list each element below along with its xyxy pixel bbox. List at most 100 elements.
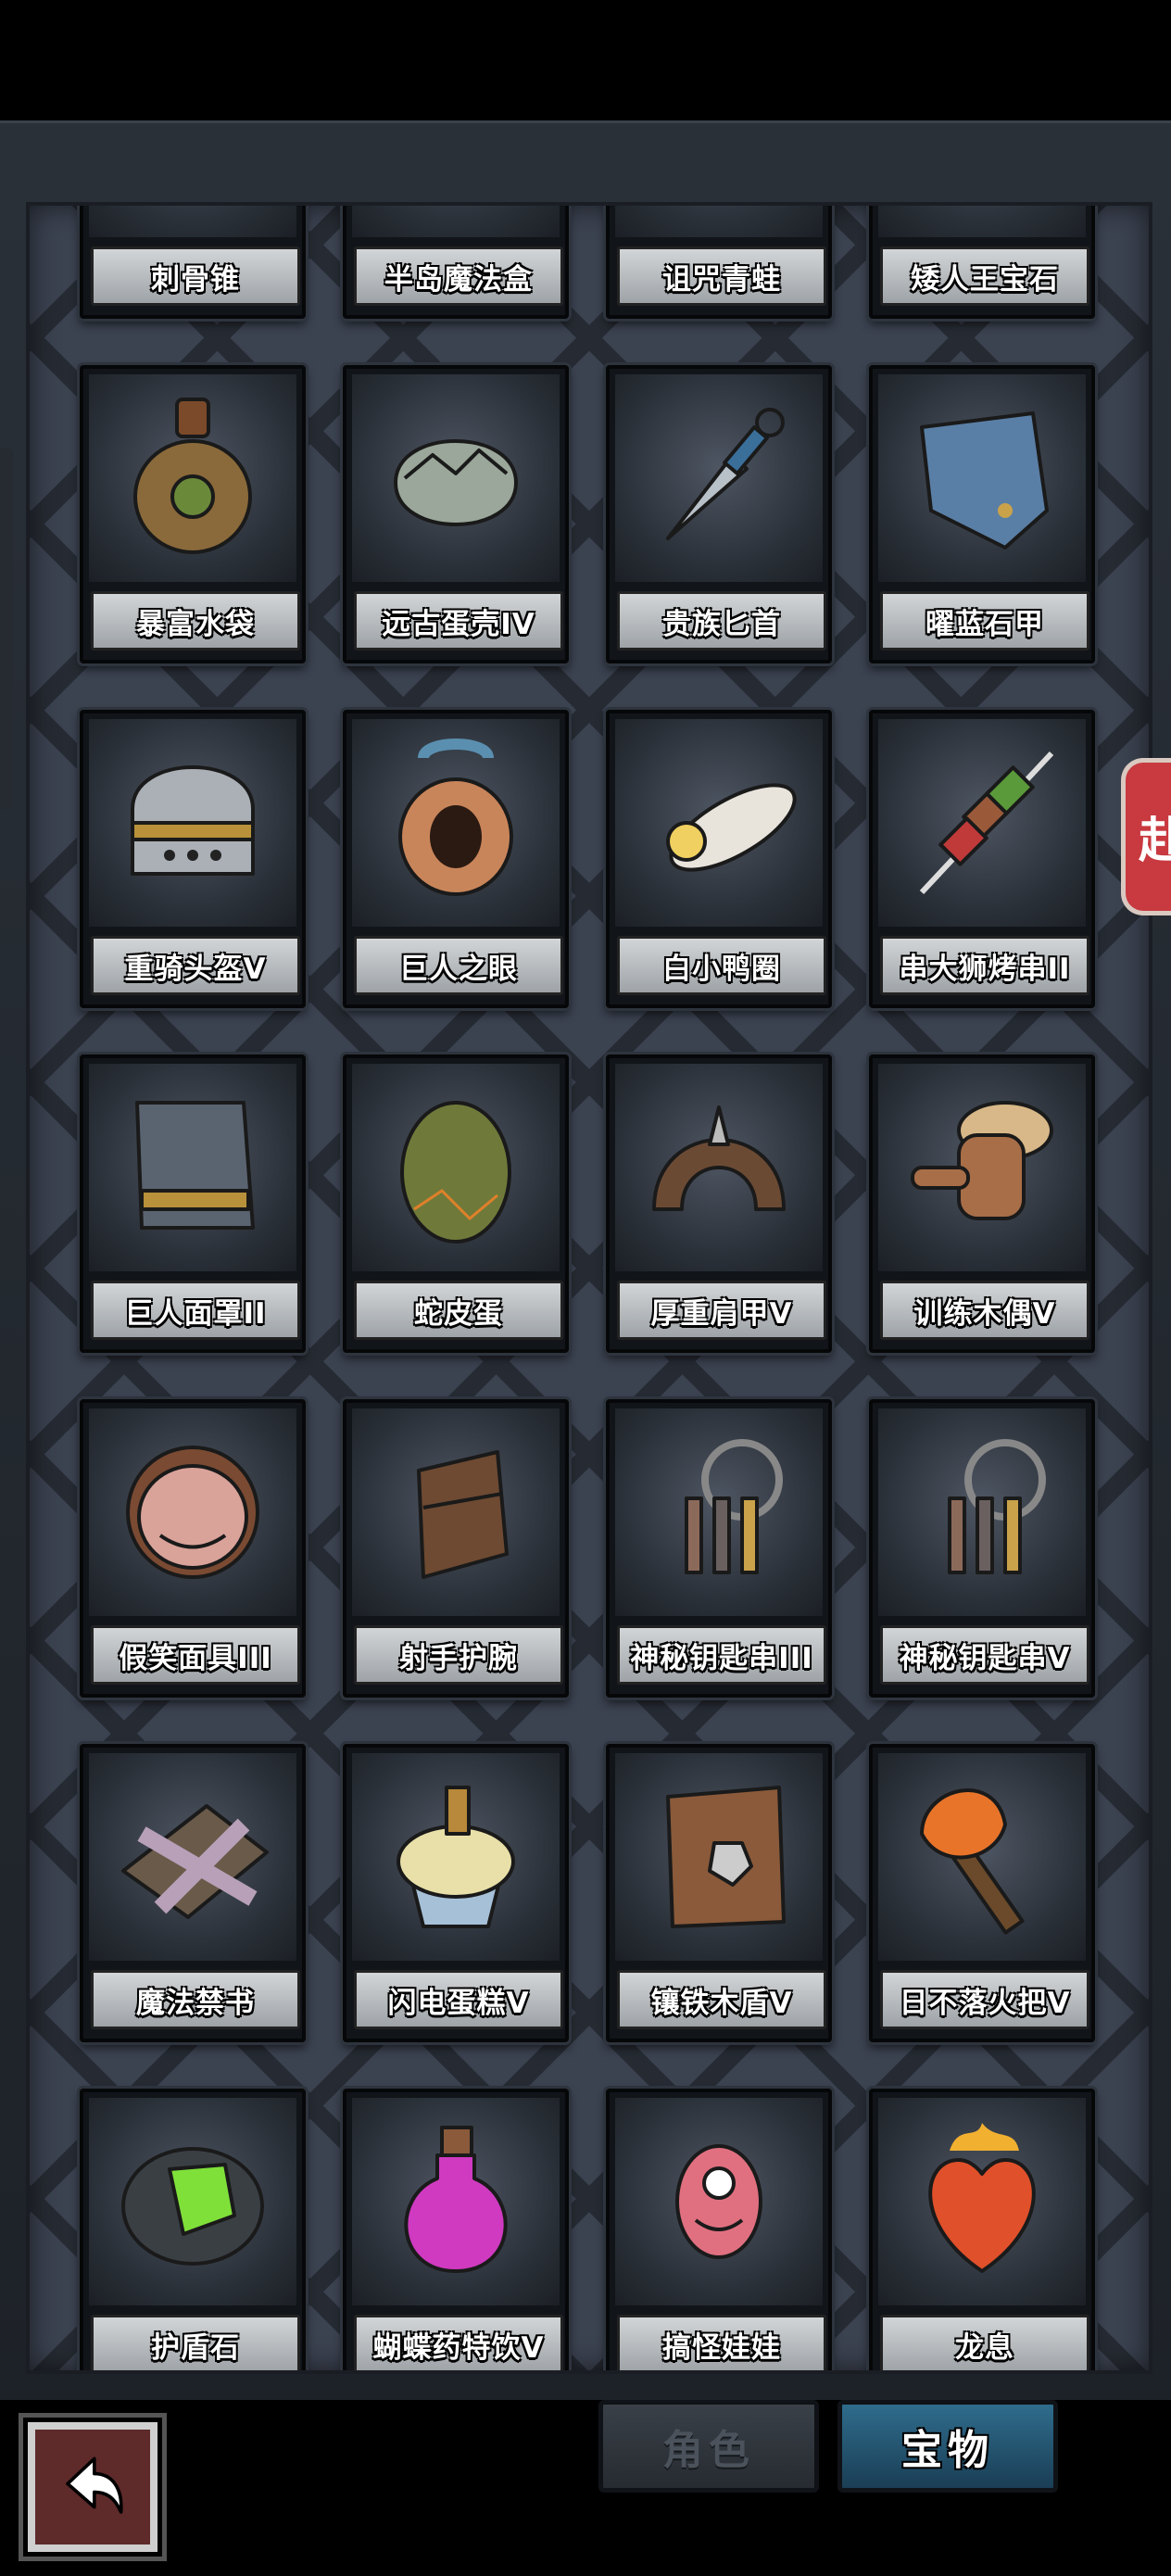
treasure-art — [878, 719, 1086, 927]
left-drawer-handle[interactable] — [0, 448, 13, 809]
treasure-card[interactable]: 魔法禁书 — [80, 1744, 306, 2042]
treasure-name: 神秘钥匙串III — [617, 1625, 826, 1685]
back-arrow-icon — [66, 2456, 123, 2514]
treasure-card[interactable]: 训练木偶V — [869, 1054, 1095, 1353]
kunai-dagger-icon — [666, 408, 785, 540]
treasure-name: 蛇皮蛋 — [354, 1281, 563, 1340]
treasure-grid-panel[interactable]: 刺骨锥 半岛魔法盒 诅咒青蛙 矮人王宝石暴富水袋 远古蛋壳IV 贵族匕首 曜蓝石甲重骑头盔V… — [26, 202, 1152, 2374]
treasure-card[interactable]: 射手护腕 — [343, 1399, 569, 1698]
treasure-card[interactable]: 假笑面具III — [80, 1399, 306, 1698]
treasure-card[interactable]: 神秘钥匙串III — [606, 1399, 832, 1698]
treasure-card[interactable]: 诅咒青蛙 — [606, 202, 832, 319]
treasure-art — [878, 2098, 1086, 2305]
treasure-name: 神秘钥匙串V — [880, 1625, 1089, 1685]
treasure-art — [615, 719, 823, 927]
tab-role[interactable]: 角色 — [598, 2400, 819, 2493]
smile-mask-icon — [126, 1446, 259, 1579]
giant-eye-icon — [398, 739, 513, 896]
back-button[interactable] — [28, 2422, 157, 2552]
treasure-art — [615, 1753, 823, 1961]
treasure-art — [89, 1064, 296, 1271]
treasure-card[interactable]: 暴富水袋 — [80, 365, 306, 663]
treasure-name: 护盾石 — [91, 2315, 300, 2370]
treasure-card[interactable]: 重骑头盔V — [80, 710, 306, 1008]
treasure-card[interactable]: 蝴蝶药特饮V — [343, 2089, 569, 2370]
treasure-art — [89, 2098, 296, 2305]
treasure-art — [352, 374, 560, 582]
egg-shell-icon — [394, 439, 518, 526]
treasure-name: 龙息 — [880, 2315, 1089, 2370]
treasure-card[interactable]: 龙息 — [869, 2089, 1095, 2370]
treasure-card[interactable]: 闪电蛋糕V — [343, 1744, 569, 2042]
treasure-name: 训练木偶V — [880, 1281, 1089, 1340]
treasure-art — [615, 1064, 823, 1271]
tab-treasure[interactable]: 宝物 — [837, 2400, 1058, 2493]
treasure-card[interactable]: 矮人王宝石 — [869, 202, 1095, 319]
treasure-name: 刺骨锥 — [91, 246, 300, 306]
treasure-art — [352, 1408, 560, 1616]
bone-spike-icon — [105, 202, 281, 221]
treasure-art — [352, 719, 560, 927]
treasure-card[interactable]: 巨人之眼 — [343, 710, 569, 1008]
treasure-name: 镶铁木盾V — [617, 1970, 826, 2029]
treasure-card[interactable]: 巨人面罩II — [80, 1054, 306, 1353]
treasure-card[interactable]: 刺骨锥 — [80, 202, 306, 319]
treasure-art — [615, 1408, 823, 1616]
monster-doll-icon — [675, 2144, 762, 2259]
blue-stone-armor-icon — [920, 411, 1049, 549]
treasure-name: 诅咒青蛙 — [617, 246, 826, 306]
cupcake-icon — [397, 1786, 515, 1928]
treasure-name: 贵族匕首 — [617, 591, 826, 650]
treasure-card[interactable]: 护盾石 — [80, 2089, 306, 2370]
treasure-card[interactable]: 蛇皮蛋 — [343, 1054, 569, 1353]
treasure-art — [615, 202, 823, 237]
treasure-card[interactable]: 厚重肩甲V — [606, 1054, 832, 1353]
dwarf-gem-icon — [894, 202, 1070, 221]
treasure-card[interactable]: 镶铁木盾V — [606, 1744, 832, 2042]
iron-wood-shield-icon — [666, 1786, 786, 1928]
treasure-card[interactable]: 搞怪娃娃 — [606, 2089, 832, 2370]
top-bar — [0, 0, 1171, 120]
treasure-art — [352, 2098, 560, 2305]
torch-icon — [920, 1788, 1025, 1935]
forbidden-book-icon — [121, 1804, 269, 1919]
side-tab[interactable]: 赴 — [1121, 758, 1171, 915]
treasure-art — [878, 1753, 1086, 1961]
side-tab-label: 赴 — [1139, 814, 1171, 869]
treasure-art — [878, 1064, 1086, 1271]
kebab-icon — [919, 751, 1054, 895]
treasure-card[interactable]: 白小鸭圈 — [606, 710, 832, 1008]
treasure-card[interactable]: 日不落火把V — [869, 1744, 1095, 2042]
shoulder-armor-icon — [652, 1105, 786, 1211]
treasure-card[interactable]: 串大狮烤串II — [869, 710, 1095, 1008]
treasure-name: 日不落火把V — [880, 1970, 1089, 2029]
treasure-card[interactable]: 贵族匕首 — [606, 365, 832, 663]
green-crystal-stone-icon — [121, 2147, 264, 2266]
treasure-art — [89, 374, 296, 582]
cursed-frog-icon — [631, 202, 807, 221]
treasure-art — [878, 374, 1086, 582]
duck-ring-icon — [666, 783, 797, 872]
treasure-art — [89, 1753, 296, 1961]
tab-role-label: 角色 — [662, 2427, 755, 2474]
treasure-name: 魔法禁书 — [91, 1970, 300, 2029]
treasure-name: 射手护腕 — [354, 1625, 563, 1685]
treasure-art — [89, 202, 296, 237]
treasure-name: 巨人面罩II — [91, 1281, 300, 1340]
treasure-name: 巨人之眼 — [354, 936, 563, 995]
treasure-card[interactable]: 远古蛋壳IV — [343, 365, 569, 663]
flaming-heart-icon — [928, 2123, 1036, 2273]
treasure-name: 半岛魔法盒 — [354, 246, 563, 306]
treasure-name: 假笑面具III — [91, 1625, 300, 1685]
treasure-name: 暴富水袋 — [91, 591, 300, 650]
treasure-card[interactable]: 半岛魔法盒 — [343, 206, 569, 319]
key-ring-icon — [685, 1439, 783, 1574]
treasure-card[interactable]: 曜蓝石甲 — [869, 365, 1095, 663]
treasure-art — [89, 1408, 296, 1616]
treasure-name: 蝴蝶药特饮V — [354, 2315, 563, 2370]
treasure-art — [615, 374, 823, 582]
tab-treasure-label: 宝物 — [901, 2427, 994, 2474]
treasure-card[interactable]: 神秘钥匙串V — [869, 1399, 1095, 1698]
archer-bracer-icon — [417, 1450, 509, 1579]
training-dummy-icon — [911, 1101, 1053, 1220]
